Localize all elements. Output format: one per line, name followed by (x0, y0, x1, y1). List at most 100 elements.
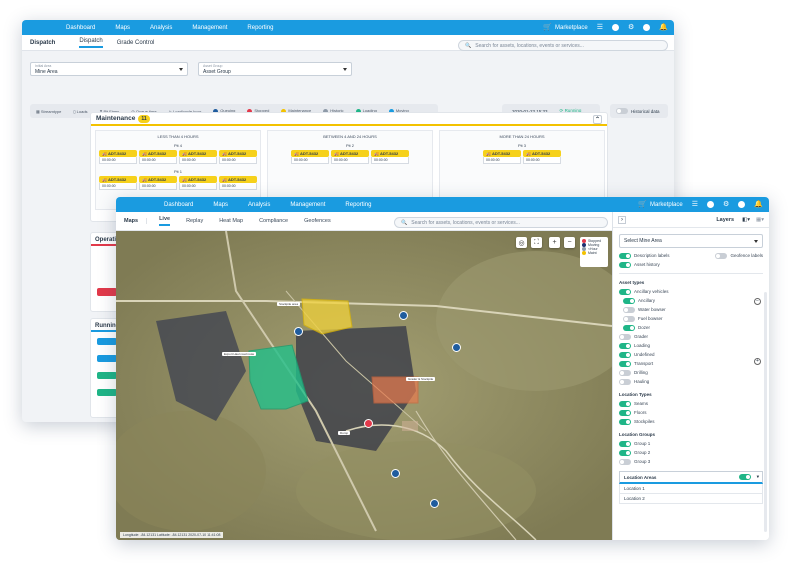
mine-area-select[interactable]: Initial Area Mine Area (30, 62, 188, 76)
expand-icon[interactable]: + (754, 358, 761, 365)
nav-dashboard[interactable]: Dashboard (66, 25, 95, 31)
marketplace-link[interactable]: Marketplace (555, 25, 588, 31)
toggle-switch[interactable] (619, 458, 631, 465)
collapse-chevron-icon[interactable]: ⌃ (593, 115, 602, 124)
toggle-switch[interactable] (619, 333, 631, 340)
truck-card[interactable]: 🚚 ADT-5432 00:00:00 (523, 150, 561, 165)
toggle-switch[interactable] (619, 351, 631, 358)
vehicle-marker[interactable] (399, 311, 408, 320)
grid-icon[interactable]: ▦▾ (756, 217, 764, 223)
truck-card[interactable]: 🚚 ADT-5432 00:00:00 (99, 150, 137, 165)
cart-icon[interactable]: 🛒 (543, 24, 552, 32)
user-icon[interactable] (738, 201, 746, 208)
loading-truck-card[interactable] (97, 372, 117, 379)
help-icon[interactable] (612, 24, 619, 31)
nav-maps[interactable]: Maps (115, 25, 130, 31)
toggle-switch[interactable] (619, 400, 631, 407)
toggle-switch[interactable] (623, 306, 635, 313)
zoom-out-button[interactable]: − (564, 237, 575, 248)
toggle-switch[interactable] (623, 297, 635, 304)
nav-dashboard[interactable]: Dashboard (164, 202, 193, 208)
loading-truck-card[interactable] (97, 389, 117, 396)
running-truck-card[interactable] (97, 338, 117, 345)
location-area-option[interactable]: Location 2 (619, 494, 763, 504)
marketplace-link[interactable]: Marketplace (650, 202, 683, 208)
vehicle-marker[interactable] (391, 469, 400, 478)
toggle-asset-history[interactable] (619, 261, 631, 268)
search-input[interactable]: 🔍 Search for assets, locations, events o… (394, 217, 608, 228)
search-input[interactable]: 🔍 Search for assets, locations, events o… (458, 40, 668, 51)
toggle-switch[interactable] (619, 440, 631, 447)
toggle-location-areas[interactable] (738, 474, 751, 480)
tab-grade-control[interactable]: Grade Control (117, 40, 155, 46)
list-icon[interactable]: ☰ (692, 201, 698, 209)
historical-data-toggle[interactable]: Historical data (610, 104, 668, 118)
legend-streamtype: ▦ Streamtype (36, 108, 62, 114)
toggle-switch[interactable] (619, 369, 631, 376)
gear-icon[interactable]: ⚙ (723, 201, 729, 209)
toggle-switch[interactable] (623, 315, 635, 322)
stopped-truck-card[interactable] (97, 288, 117, 296)
toggle-switch[interactable] (623, 324, 635, 331)
toggle-description-labels[interactable] (619, 252, 631, 259)
map-canvas[interactable] (116, 231, 612, 540)
nav-management[interactable]: Management (290, 202, 325, 208)
nav-analysis[interactable]: Analysis (150, 25, 172, 31)
toggle-switch[interactable] (619, 360, 631, 367)
tab-dispatch[interactable]: Dispatch (79, 38, 103, 48)
tab-live[interactable]: Live (159, 216, 171, 226)
vehicle-marker[interactable] (430, 499, 439, 508)
truck-card[interactable]: 🚚 ADT-5432 00:00:00 (179, 176, 217, 191)
bell-icon[interactable]: 🔔 (659, 24, 668, 32)
toggle-switch[interactable] (619, 342, 631, 349)
toggle-switch[interactable] (616, 108, 628, 114)
vehicle-marker[interactable] (452, 343, 461, 352)
truck-card[interactable]: 🚚 ADT-5432 00:00:00 (483, 150, 521, 165)
satellite-map[interactable]: Stockpile area Export Haul road route Gr… (116, 231, 612, 540)
location-area-option[interactable]: Location 1 (619, 484, 763, 494)
location-areas-select[interactable]: Location Areas ▾ (619, 471, 763, 484)
toggle-switch[interactable] (619, 449, 631, 456)
truck-card[interactable]: 🚚 ADT-5432 00:00:00 (139, 150, 177, 165)
list-icon[interactable]: ☰ (597, 24, 603, 32)
user-icon[interactable] (643, 24, 651, 31)
fullscreen-icon[interactable]: ⛶ (531, 237, 542, 248)
tab-heat-map[interactable]: Heat Map (219, 218, 243, 224)
vehicle-marker[interactable] (364, 419, 373, 428)
truck-card[interactable]: 🚚 ADT-5432 00:00:00 (219, 150, 257, 165)
toggle-geofence-labels[interactable] (715, 252, 728, 259)
toggle-switch[interactable] (619, 288, 631, 295)
truck-card[interactable]: 🚚 ADT-5432 00:00:00 (219, 176, 257, 191)
nav-analysis[interactable]: Analysis (248, 202, 270, 208)
zoom-in-button[interactable]: + (549, 237, 560, 248)
bell-icon[interactable]: 🔔 (754, 201, 763, 209)
nav-management[interactable]: Management (192, 25, 227, 31)
truck-card[interactable]: 🚚 ADT-5432 00:00:00 (331, 150, 369, 165)
truck-card[interactable]: 🚚 ADT-5432 00:00:00 (291, 150, 329, 165)
toggle-switch[interactable] (619, 418, 631, 425)
tab-geofences[interactable]: Geofences (304, 218, 331, 224)
truck-card[interactable]: 🚚 ADT-5432 00:00:00 (371, 150, 409, 165)
asset-group-select[interactable]: Asset Group Asset Group (198, 62, 352, 76)
layers-icon[interactable]: ◧▾ (742, 217, 750, 223)
nav-maps[interactable]: Maps (213, 202, 228, 208)
tab-compliance[interactable]: Compliance (259, 218, 288, 224)
vehicle-marker[interactable] (294, 327, 303, 336)
toggle-switch[interactable] (619, 378, 631, 385)
help-icon[interactable] (707, 201, 714, 208)
cart-icon[interactable]: 🛒 (638, 201, 647, 209)
truck-card[interactable]: 🚚 ADT-5432 00:00:00 (99, 176, 137, 191)
chevron-right-icon[interactable]: › (618, 215, 626, 224)
gear-icon[interactable]: ⚙ (628, 24, 634, 32)
nav-reporting[interactable]: Reporting (345, 202, 371, 208)
mine-area-select[interactable]: Select Mine Area (619, 234, 763, 248)
collapse-icon[interactable]: − (754, 298, 761, 305)
locate-icon[interactable]: ◎ (516, 237, 527, 248)
toggle-switch[interactable] (619, 409, 631, 416)
truck-card[interactable]: 🚚 ADT-5432 00:00:00 (179, 150, 217, 165)
scrollbar[interactable] (764, 292, 767, 532)
truck-card[interactable]: 🚚 ADT-5432 00:00:00 (139, 176, 177, 191)
tab-replay[interactable]: Replay (186, 218, 203, 224)
running-truck-card[interactable] (97, 355, 117, 362)
nav-reporting[interactable]: Reporting (247, 25, 273, 31)
